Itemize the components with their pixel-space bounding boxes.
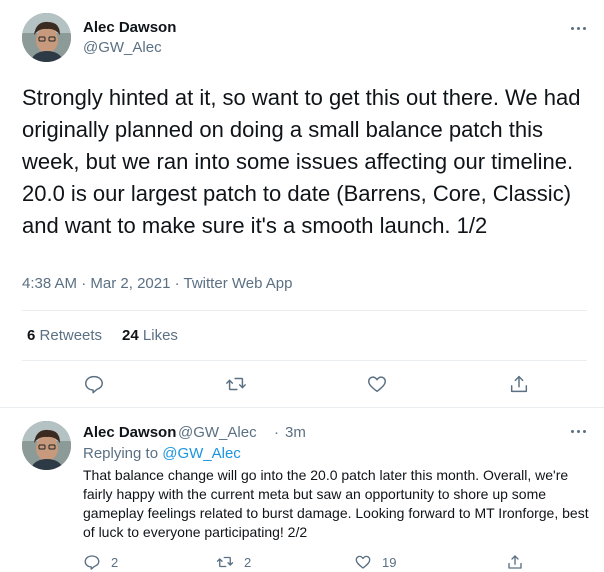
reply-text: That balance change will go into the 20.… [83,467,589,540]
reply-share-button[interactable] [506,553,524,571]
tweet-date[interactable]: Mar 2, 2021 [90,275,170,292]
more-icon[interactable] [571,424,586,438]
retweets-stat[interactable]: 6 Retweets [27,327,102,344]
likes-count: 24 [122,327,139,344]
like-count: 19 [382,554,397,570]
retweets-label: Retweets [39,327,103,344]
replying-to-link[interactable]: @GW_Alec [162,445,241,462]
tweet-text: Strongly hinted at it, so want to get th… [22,85,581,238]
retweet-icon [226,377,246,391]
meta-separator-2: · [174,275,180,292]
tweet-meta: 4:38 AM · Mar 2, 2021 · Twitter Web App [22,275,292,292]
reply-icon [84,555,100,570]
reply-reply-button[interactable]: 2 [83,553,118,571]
replying-prefix: Replying to [83,445,159,462]
share-icon [508,555,522,569]
heart-icon [368,376,386,393]
reply-author-handle[interactable]: @GW_Alec [178,424,257,441]
retweet-icon [216,556,234,568]
reply-retweet-button[interactable]: 2 [216,553,251,571]
share-button[interactable] [507,372,531,396]
main-tweet: Alec Dawson @GW_Alec Strongly hinted at … [0,0,604,408]
reply-like-button[interactable]: 19 [354,553,396,571]
divider [22,360,587,361]
share-icon [510,375,528,393]
reply-dot: · [274,424,279,441]
author-handle[interactable]: @GW_Alec [83,39,162,56]
reply-icon [85,375,103,394]
tweet-stats: 6 Retweets 24 Likes [27,327,178,344]
replying-to: Replying to @GW_Alec [83,445,241,462]
avatar[interactable] [22,421,71,470]
author-name[interactable]: Alec Dawson [83,19,176,36]
likes-label: Likes [142,327,178,344]
like-button[interactable] [365,372,389,396]
retweet-button[interactable] [224,372,248,396]
retweets-count: 6 [27,327,36,344]
reply-author-name[interactable]: Alec Dawson [83,424,176,441]
tweet-source[interactable]: Twitter Web App [184,275,293,292]
avatar[interactable] [22,13,71,62]
divider [22,310,587,311]
retweet-count: 2 [244,554,252,570]
tweet-time[interactable]: 4:38 AM [22,275,77,292]
reply-time[interactable]: 3m [285,424,306,441]
reply-button[interactable] [82,372,106,396]
more-icon[interactable] [571,21,586,35]
meta-separator: · [81,275,87,292]
likes-stat[interactable]: 24 Likes [122,327,178,344]
heart-icon [355,555,371,569]
reply-count: 2 [111,554,119,570]
